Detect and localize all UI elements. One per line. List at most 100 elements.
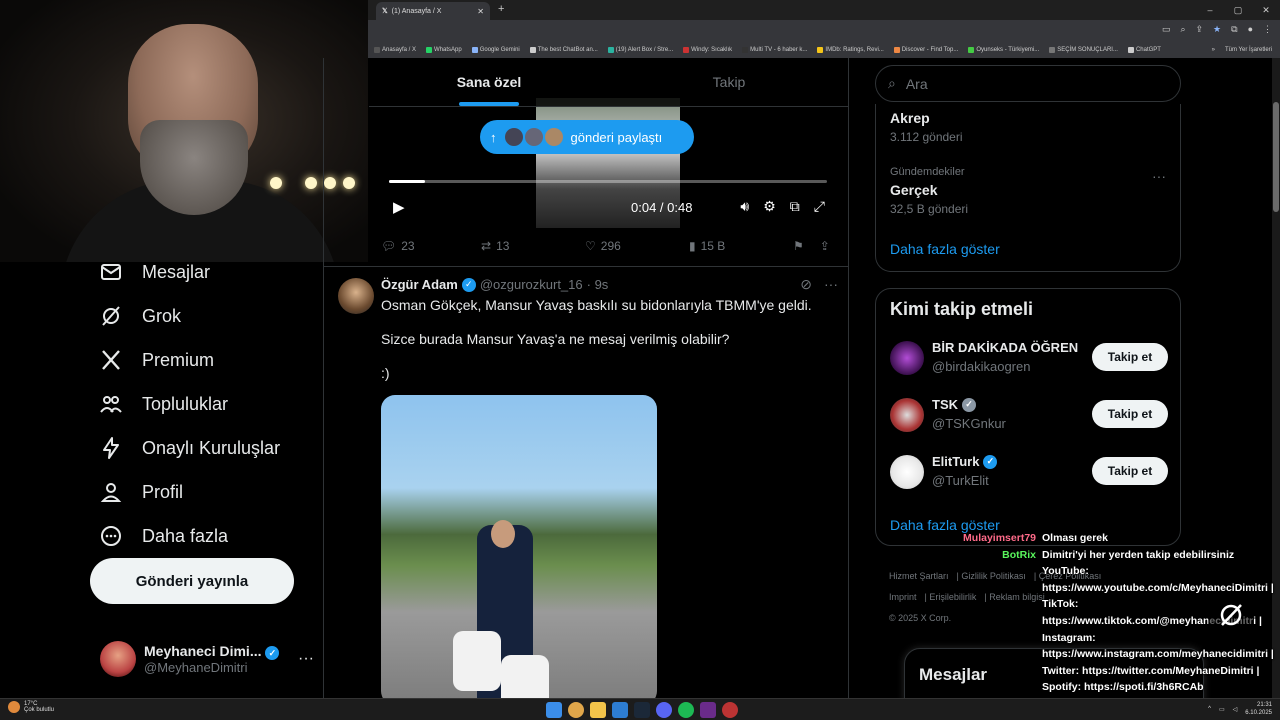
reply-button[interactable]: 💬︎ 23 [381, 239, 481, 253]
bookmark-item[interactable]: ChatGPT [1127, 47, 1161, 53]
tab-for-you[interactable]: Sana özel [369, 58, 609, 106]
settings-icon[interactable]: ⚙︎ [763, 198, 776, 215]
like-button[interactable]: ♡ 296 [585, 239, 689, 253]
follow-suggestion[interactable]: BİR DAKİKADA ÖĞREN @birdakikaogren Takip… [890, 338, 1168, 380]
sidebar-item-grok[interactable]: Grok [98, 294, 318, 338]
bookmark-item[interactable]: Multi TV - 6 haber k... [742, 47, 807, 53]
avatar[interactable] [338, 278, 374, 314]
follow-button[interactable]: Takip et [1092, 400, 1168, 428]
bookmark-item[interactable]: WhatsApp [426, 47, 462, 53]
spotify-icon[interactable] [678, 702, 694, 718]
tweet-author-handle[interactable]: @ozgurozkurt_16 [480, 277, 583, 292]
clock[interactable]: 21:31 6.10.2025 [1245, 701, 1272, 717]
weather-widget[interactable]: 17°C Çok bulutlu [8, 701, 54, 713]
footer-link[interactable]: Reklam bilgisi [989, 592, 1045, 602]
suggestion-handle: @birdakikaogren [932, 359, 1031, 374]
tweet-image[interactable] [381, 395, 657, 698]
footer-link[interactable]: Gizlilik Politikası [961, 571, 1026, 581]
app-icon[interactable] [700, 702, 716, 718]
follow-button[interactable]: Takip et [1092, 343, 1168, 371]
browser-tab[interactable]: 𝕏 (1) Anasayfa / X ✕ [376, 2, 490, 20]
trend-item[interactable]: Gündemdekiler Gerçek 32,5 B gönderi [890, 166, 968, 216]
cast-icon[interactable]: ▭ [1162, 24, 1171, 35]
discord-icon[interactable] [656, 702, 672, 718]
sidebar-item-profil[interactable]: Profil [98, 470, 318, 514]
bookmark-item[interactable]: Google Gemini [471, 47, 520, 53]
follow-suggestion[interactable]: ElitTurk ✓ @TurkElit Takip et [890, 452, 1168, 494]
account-name: Meyhaneci Dimi... ✓ [144, 643, 280, 661]
share-icon[interactable]: ⇪ [1196, 24, 1204, 35]
footer-link[interactable]: Hizmet Şartları [889, 571, 949, 581]
volume-icon[interactable]: ◁ [1233, 706, 1238, 713]
bookmark-item[interactable]: Oyunseks - Türkiyemi... [968, 47, 1039, 53]
tweet-time[interactable]: · 9s [587, 277, 609, 292]
tab-following[interactable]: Takip [609, 58, 848, 106]
browser-tabbar: 𝕏 (1) Anasayfa / X ✕ + – ▢ ✕ [368, 0, 1280, 20]
sidebar-item-premium[interactable]: Premium [98, 338, 318, 382]
bookmark-item[interactable]: SEÇİM SONUÇLARI... [1049, 47, 1118, 53]
bookmark-item[interactable]: Anasayfa / X [374, 47, 416, 53]
bookmark-item[interactable]: Discover - Find Top... [893, 47, 958, 53]
account-switcher[interactable]: Meyhaneci Dimi... ✓ @MeyhaneDimitri ··· [100, 636, 314, 682]
search-input[interactable]: ⌕ Ara [875, 65, 1181, 102]
bookmark-item[interactable]: IMDb: Ratings, Revi... [817, 47, 884, 53]
sidebar-item-onaylı-kuruluşlar[interactable]: Onaylı Kuruluşlar [98, 426, 318, 470]
chrome-icon[interactable] [568, 702, 584, 718]
views-button[interactable]: ▮ 15 B [689, 239, 793, 253]
sidebar-item-daha-fazla[interactable]: Daha fazla [98, 514, 318, 558]
menu-icon[interactable]: ⋮ [1263, 24, 1272, 35]
bookmark-item[interactable]: Windy: Sıcaklık [683, 47, 732, 53]
bookmark-star-icon[interactable]: ★ [1213, 24, 1221, 35]
profile-icon[interactable]: ● [1248, 24, 1253, 35]
new-posts-pill[interactable]: ↑ gönderi paylaştı [480, 120, 694, 154]
retweet-button[interactable]: ⇄ 13 [481, 239, 585, 253]
play-icon[interactable]: ▶ [393, 198, 405, 216]
app-icon[interactable] [612, 702, 628, 718]
bookmark-icon[interactable]: ⚑ [793, 239, 804, 253]
trend-item[interactable]: Akrep 3.112 gönderi [890, 110, 963, 144]
windows-start-icon[interactable] [546, 702, 562, 718]
follow-button[interactable]: Takip et [1092, 457, 1168, 485]
steam-icon[interactable] [634, 702, 650, 718]
footer-link[interactable]: Erişilebilirlik [929, 592, 976, 602]
bookmark-item[interactable]: The best ChatBot an... [529, 47, 598, 53]
bookmark-item[interactable]: (19) Alert Box / Stre... [607, 47, 673, 53]
video-player[interactable]: ▶ 0:04 / 0:48 🔊︎ ⚙︎ ⧉ ⤢ [381, 98, 835, 228]
zoom-icon[interactable]: ⌕ [1180, 24, 1185, 35]
scrollbar[interactable] [1272, 58, 1280, 698]
share-icon[interactable]: ⇪ [820, 239, 830, 253]
reply-icon: 💬︎ [381, 239, 397, 253]
bookmarks-overflow-icon[interactable]: » [1212, 47, 1215, 53]
app-icon[interactable] [722, 702, 738, 718]
extensions-icon[interactable]: ⧉ [1231, 24, 1237, 35]
volume-icon[interactable]: 🔊︎ [740, 198, 749, 215]
maximize-icon[interactable]: ▢ [1224, 0, 1252, 20]
bookmark-label: Google Gemini [479, 47, 520, 53]
network-icon[interactable]: ▭ [1219, 706, 1225, 713]
tweet-line: Sizce burada Mansur Yavaş'a ne mesaj ver… [381, 331, 730, 347]
picture-in-picture-icon[interactable]: ⧉ [790, 198, 800, 215]
minimize-icon[interactable]: – [1196, 0, 1224, 20]
like-count: 296 [600, 239, 621, 253]
new-tab-icon[interactable]: + [498, 3, 504, 15]
bookmarks-folder[interactable]: Tüm Yer İşaretleri [1225, 47, 1272, 53]
tray-chevron-icon[interactable]: ^ [1208, 706, 1211, 712]
footer-link[interactable]: Imprint [889, 592, 917, 602]
bookmark-favicon-icon [742, 47, 749, 53]
scrollbar-thumb[interactable] [1273, 102, 1279, 212]
sidebar-item-topluluklar[interactable]: Topluluklar [98, 382, 318, 426]
file-explorer-icon[interactable] [590, 702, 606, 718]
video-progress[interactable] [389, 180, 827, 183]
more-icon[interactable]: ··· [1152, 168, 1166, 184]
more-icon[interactable]: ··· [824, 276, 838, 293]
sidebar-item-mesajlar[interactable]: Mesajlar [98, 250, 318, 294]
grok-icon[interactable]: ⊘ [800, 276, 812, 293]
fullscreen-icon[interactable]: ⤢ [814, 198, 825, 215]
show-more-link[interactable]: Daha fazla göster [890, 241, 1000, 257]
post-button[interactable]: Gönderi yayınla [90, 558, 294, 604]
more-icon[interactable]: ··· [298, 650, 314, 668]
tweet-author-name[interactable]: Özgür Adam [381, 277, 458, 292]
close-tab-icon[interactable]: ✕ [477, 7, 484, 16]
follow-suggestion[interactable]: TSK ✓ @TSKGnkur Takip et [890, 395, 1168, 437]
close-window-icon[interactable]: ✕ [1252, 0, 1280, 20]
